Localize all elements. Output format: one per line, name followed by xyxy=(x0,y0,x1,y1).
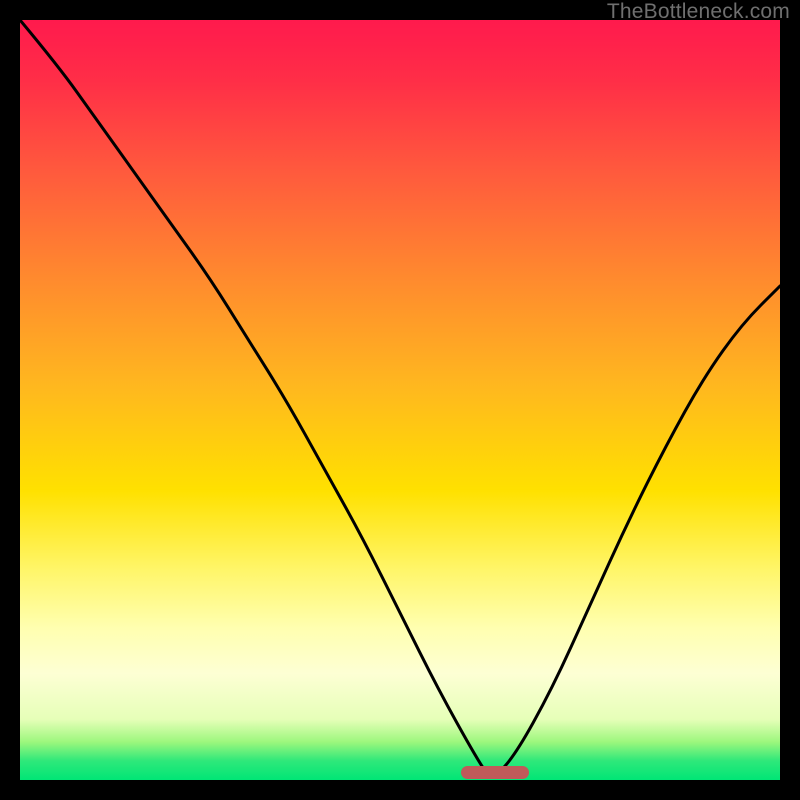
bottleneck-curve-path xyxy=(20,20,780,774)
curve-svg xyxy=(20,20,780,780)
optimal-range-marker xyxy=(461,766,529,779)
plot-area xyxy=(20,20,780,780)
chart-stage: TheBottleneck.com xyxy=(0,0,800,800)
